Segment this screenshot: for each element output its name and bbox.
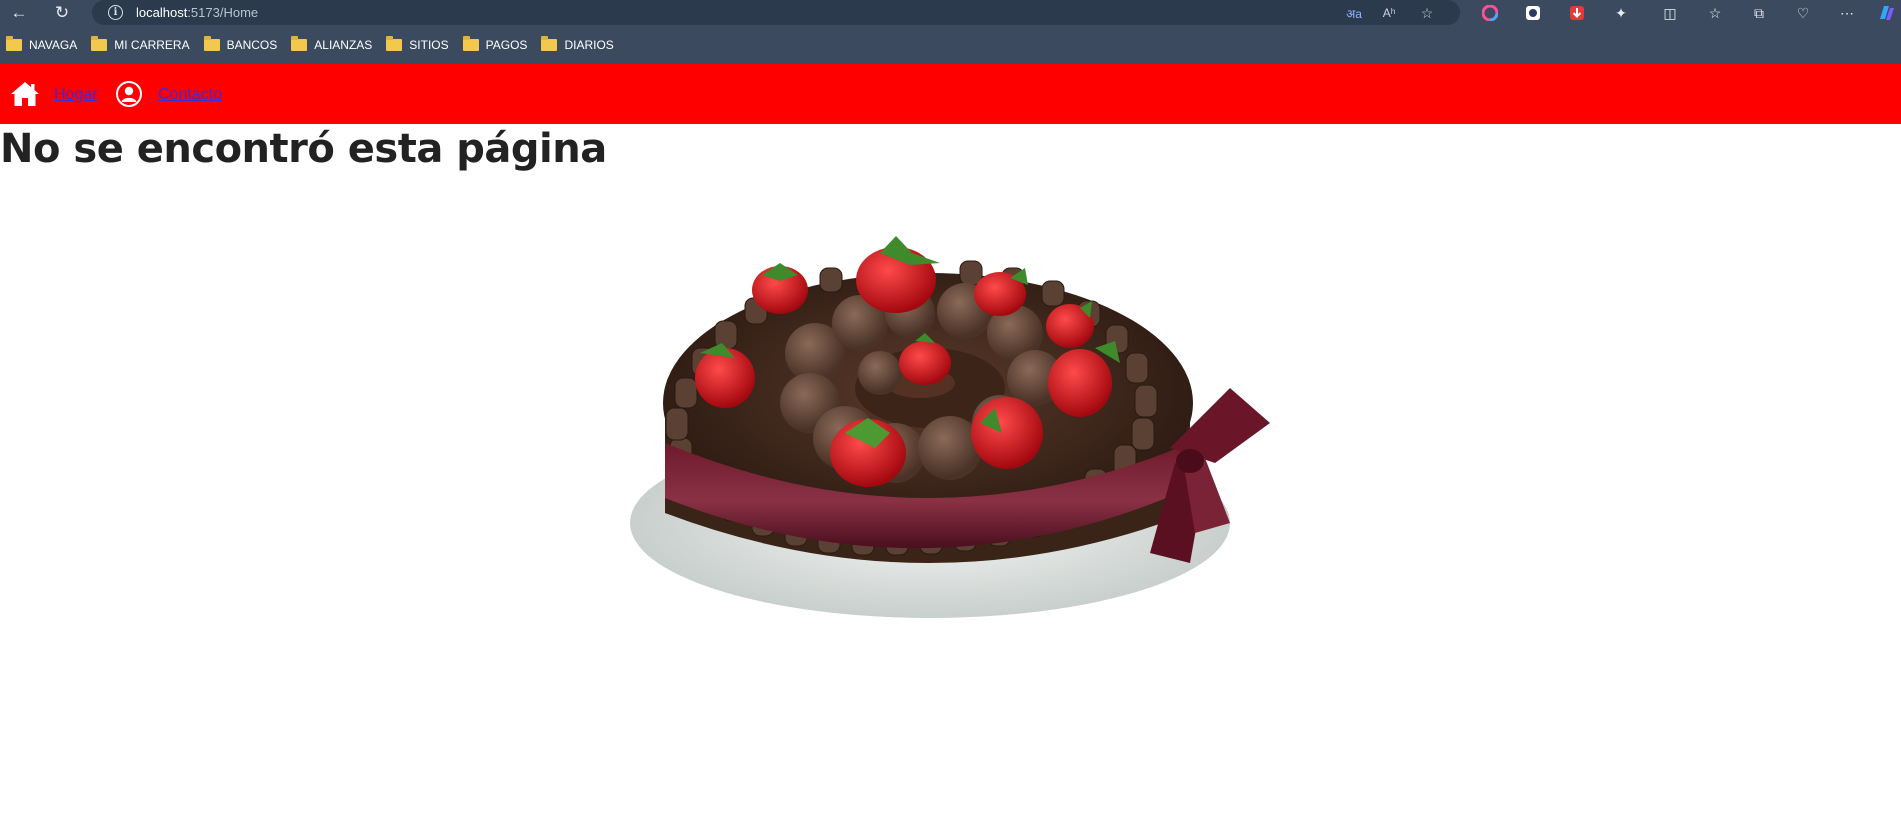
color-picker-extension-icon[interactable] [1480, 3, 1500, 23]
split-screen-icon[interactable]: ◫ [1660, 3, 1680, 23]
favorites-icon[interactable]: ☆ [1705, 3, 1725, 23]
bookmark-label: DIARIOS [564, 38, 614, 52]
bookmark-label: ALIANZAS [314, 38, 373, 52]
bookmark-label: BANCOS [226, 38, 278, 52]
url-path: :5173/Home [187, 5, 259, 20]
bookmark-bancos[interactable]: BANCOS [203, 36, 278, 52]
browser-essentials-icon[interactable]: ♡ [1793, 3, 1813, 23]
favorite-star-icon[interactable]: ☆ [1417, 3, 1437, 23]
url-host: localhost [136, 5, 188, 20]
chocolate-strawberry-cake-image [630, 223, 1270, 618]
address-bar[interactable]: i localhost:5173/Home अa Aʰ ☆ [92, 0, 1460, 25]
bookmark-label: SITIOS [409, 38, 449, 52]
bookmarks-bar: NAVAGA MI CARRERA BANCOS ALIANZAS SITIOS… [0, 26, 1901, 64]
folder-icon [6, 36, 22, 51]
refresh-icon[interactable]: ↻ [50, 1, 74, 25]
site-navbar: Hogar Contacto [0, 64, 1901, 124]
bookmark-navaga[interactable]: NAVAGA [6, 36, 78, 52]
nav-link-hogar[interactable]: Hogar [54, 86, 98, 104]
bookmark-alianzas[interactable]: ALIANZAS [291, 36, 373, 52]
more-options-icon[interactable]: ⋯ [1837, 3, 1857, 23]
shield-extension-icon[interactable] [1523, 3, 1543, 23]
user-circle-icon[interactable] [116, 81, 142, 107]
folder-icon [386, 36, 403, 51]
bookmark-sitios[interactable]: SITIOS [386, 36, 449, 52]
bookmark-diarios[interactable]: DIARIOS [541, 36, 614, 52]
copilot-icon[interactable] [1876, 3, 1896, 23]
folder-icon [203, 36, 220, 51]
folder-icon [291, 36, 308, 51]
extensions-puzzle-icon[interactable]: ✦ [1611, 3, 1631, 23]
bookmark-label: MI CARRERA [114, 38, 190, 52]
back-icon[interactable]: ← [7, 1, 31, 25]
bookmark-pagos[interactable]: PAGOS [462, 36, 528, 52]
bookmark-label: PAGOS [485, 38, 528, 52]
translate-icon[interactable]: अa [1344, 3, 1364, 23]
collections-icon[interactable]: ⧉ [1749, 3, 1769, 23]
folder-icon [541, 36, 558, 51]
browser-toolbar: ← ↻ i localhost:5173/Home अa Aʰ ☆ ✦ ◫ ☆ … [0, 0, 1901, 26]
download-extension-icon[interactable] [1567, 3, 1587, 23]
nav-link-contacto[interactable]: Contacto [158, 86, 222, 104]
folder-icon [91, 36, 108, 51]
read-aloud-icon[interactable]: Aʰ [1379, 3, 1399, 23]
bookmark-label: NAVAGA [29, 38, 78, 52]
site-info-icon[interactable]: i [108, 5, 123, 20]
page-title: No se encontró esta página [0, 126, 607, 172]
folder-icon [462, 36, 479, 51]
home-icon[interactable] [10, 81, 40, 107]
bookmark-mi-carrera[interactable]: MI CARRERA [91, 36, 190, 52]
